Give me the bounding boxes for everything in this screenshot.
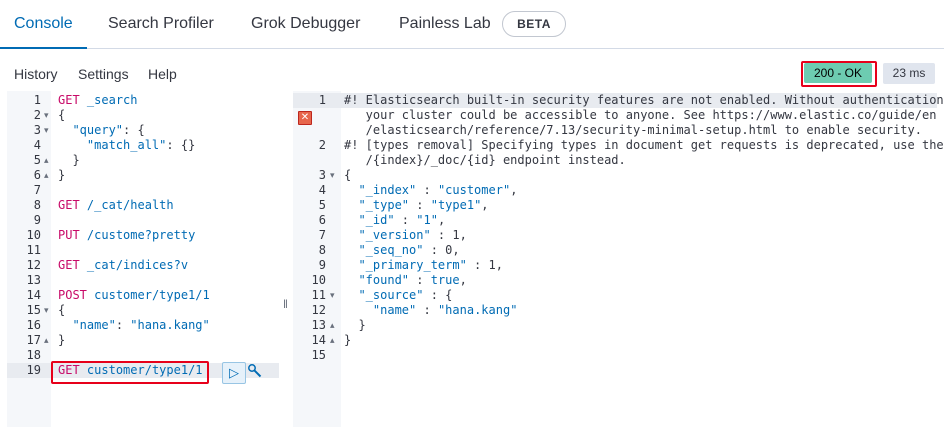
line-number: 10 <box>311 273 326 287</box>
line-number: 5 <box>33 153 41 167</box>
code-line[interactable]: "match_all": {} <box>58 138 195 153</box>
code-line: "_id" : "1", <box>358 213 446 227</box>
history-menu[interactable]: History <box>14 66 58 84</box>
code-line: "_type" : "type1", <box>358 198 489 212</box>
code-line[interactable]: "name": "hana.kang" <box>58 318 209 333</box>
code-line: { <box>344 168 352 182</box>
line-number: 7 <box>318 228 326 242</box>
selected-request-highlight <box>51 361 209 384</box>
code-line: "_index" : "customer", <box>358 183 518 197</box>
fold-toggle-icon[interactable]: ▾ <box>330 168 335 183</box>
tab-painless-lab[interactable]: Painless Lab <box>399 0 491 48</box>
panel-resizer[interactable]: ‖ <box>283 297 288 311</box>
code-line: /elasticsearch/reference/7.13/security-m… <box>344 123 922 137</box>
line-number: 13 <box>26 273 41 287</box>
line-number: 5 <box>318 198 326 212</box>
fold-toggle-icon[interactable]: ▴ <box>44 333 49 348</box>
code-line: "_primary_term" : 1, <box>358 258 503 272</box>
fold-toggle-icon[interactable]: ▾ <box>44 123 49 138</box>
code-line: "_version" : 1, <box>358 228 467 242</box>
code-line[interactable]: } <box>58 333 65 348</box>
line-number <box>293 123 326 138</box>
code-line[interactable]: PUT /custome?pretty <box>58 228 195 243</box>
code-line[interactable]: "query": { <box>58 123 144 138</box>
fold-toggle-icon[interactable]: ▴ <box>44 168 49 183</box>
fold-toggle-icon[interactable]: ▴ <box>330 318 335 333</box>
line-number: 1 <box>318 93 326 107</box>
fold-toggle-icon[interactable]: ▴ <box>44 153 49 168</box>
code-line[interactable]: POST customer/type1/1 <box>58 288 210 303</box>
play-icon: ▷ <box>229 365 239 380</box>
line-number: 2 <box>33 108 41 122</box>
code-line: } <box>344 318 366 332</box>
line-number: 18 <box>26 348 41 362</box>
line-number: 4 <box>33 138 41 152</box>
response-time-badge: 23 ms <box>883 63 935 84</box>
line-number: 16 <box>26 318 41 332</box>
line-number: 6 <box>33 168 41 182</box>
code-line[interactable]: } <box>58 168 65 183</box>
beta-badge: BETA <box>502 11 566 37</box>
wrench-icon <box>248 364 262 378</box>
fold-toggle-icon[interactable]: ▾ <box>44 108 49 123</box>
line-number: 1 <box>33 93 41 107</box>
line-number: 9 <box>33 213 41 227</box>
line-number: 2 <box>318 138 326 152</box>
line-number: 14 <box>311 333 326 347</box>
code-line: "name" : "hana.kang" <box>372 303 518 317</box>
line-number: 11 <box>311 288 326 302</box>
code-line: } <box>344 333 352 347</box>
line-number: 19 <box>26 363 41 377</box>
line-number: 4 <box>318 183 326 197</box>
fold-toggle-icon[interactable]: ▾ <box>330 288 335 303</box>
code-line: "_source" : { <box>358 288 453 302</box>
code-line[interactable]: } <box>58 153 79 168</box>
line-number: 3 <box>318 168 326 182</box>
fold-toggle-icon[interactable]: ▴ <box>330 333 335 348</box>
tab-search-profiler[interactable]: Search Profiler <box>108 0 214 48</box>
code-line: "_seq_no" : 0, <box>358 243 460 257</box>
line-number: 3 <box>33 123 41 137</box>
code-line: your cluster could be accessible to anyo… <box>344 108 937 122</box>
code-line[interactable]: { <box>58 303 65 318</box>
fold-toggle-icon[interactable]: ▾ <box>44 303 49 318</box>
code-line[interactable]: GET _cat/indices?v <box>58 258 188 273</box>
line-number: 8 <box>33 198 41 212</box>
line-number <box>293 108 326 123</box>
code-line[interactable]: GET /_cat/health <box>58 198 174 213</box>
code-line: #! Elasticsearch built-in security featu… <box>344 93 944 107</box>
tab-grok-debugger[interactable]: Grok Debugger <box>251 0 360 48</box>
line-number: 7 <box>33 183 41 197</box>
send-request-button[interactable]: ▷ <box>222 362 246 384</box>
code-line: #! [types removal] Specifying types in d… <box>344 138 944 152</box>
request-options-button[interactable] <box>246 363 264 381</box>
line-number: 15 <box>311 348 326 362</box>
code-line[interactable]: { <box>58 108 65 123</box>
tab-console[interactable]: Console <box>0 0 87 49</box>
line-number: 12 <box>26 258 41 272</box>
status-highlight-box <box>801 61 877 87</box>
line-number: 9 <box>318 258 326 272</box>
line-number: 13 <box>311 318 326 332</box>
line-number <box>293 153 326 168</box>
line-number: 10 <box>26 228 41 242</box>
line-number: 12 <box>311 303 326 317</box>
settings-menu[interactable]: Settings <box>78 66 129 84</box>
line-number: 17 <box>26 333 41 347</box>
line-number: 8 <box>318 243 326 257</box>
line-number: 6 <box>318 213 326 227</box>
code-line: /{index}/_doc/{id} endpoint instead. <box>344 153 626 167</box>
app-tabs: Console Search Profiler Grok Debugger Pa… <box>0 0 944 49</box>
code-line[interactable]: GET _search <box>58 93 138 108</box>
code-line: "found" : true, <box>358 273 467 287</box>
line-number: 14 <box>26 288 41 302</box>
line-number: 15 <box>26 303 41 317</box>
help-menu[interactable]: Help <box>148 66 177 84</box>
line-number: 11 <box>26 243 41 257</box>
